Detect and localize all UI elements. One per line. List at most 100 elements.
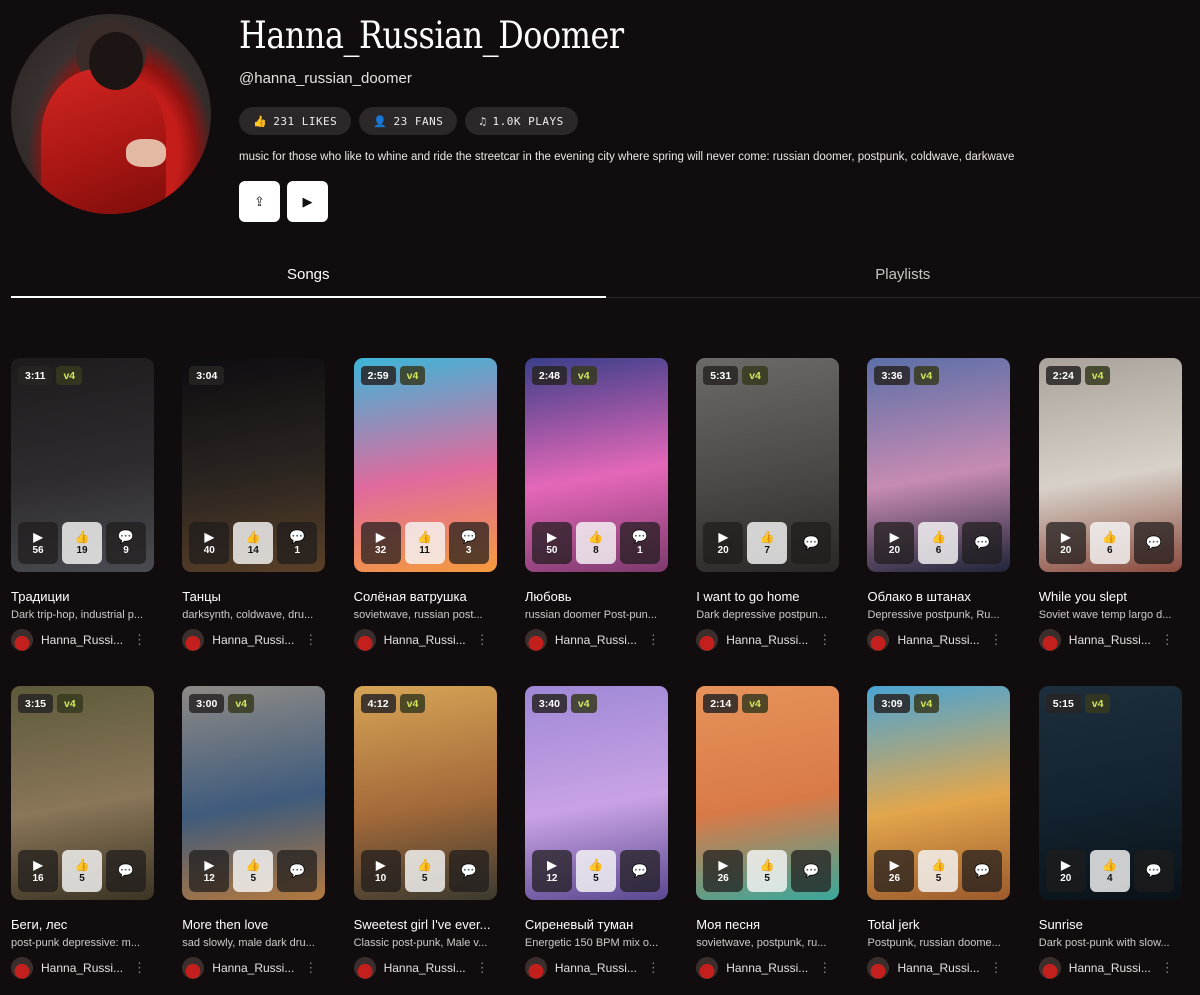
more-options-icon[interactable]: ⋮ bbox=[989, 961, 1002, 974]
like-button[interactable]: 👍 5 bbox=[747, 850, 788, 892]
like-button[interactable]: 👍 5 bbox=[62, 850, 102, 892]
author-avatar[interactable] bbox=[182, 957, 205, 979]
comment-button[interactable]: 💬 bbox=[277, 850, 318, 892]
comment-button[interactable]: 💬 bbox=[791, 850, 832, 892]
share-button[interactable]: ⇪ bbox=[239, 181, 280, 222]
author-name[interactable]: Hanna_Russi... bbox=[555, 633, 639, 647]
author-name[interactable]: Hanna_Russi... bbox=[897, 961, 981, 975]
song-card[interactable]: 3:40 v4 ▶ 12 👍 5 💬 Сиреневый туман Energet… bbox=[524, 686, 668, 985]
more-options-icon[interactable]: ⋮ bbox=[133, 961, 146, 974]
song-cover[interactable]: 4:12 v4 ▶ 10 👍 5 💬 bbox=[353, 686, 497, 900]
tab-playlists[interactable]: Playlists bbox=[606, 258, 1200, 297]
play-button[interactable]: ▶ 12 bbox=[531, 850, 572, 892]
like-button[interactable]: 👍 6 bbox=[918, 522, 959, 564]
author-name[interactable]: Hanna_Russi... bbox=[212, 961, 296, 975]
author-avatar[interactable] bbox=[353, 957, 376, 979]
song-card[interactable]: 3:36 v4 ▶ 20 👍 6 💬 Облако в штанах Depress… bbox=[867, 358, 1011, 657]
more-options-icon[interactable]: ⋮ bbox=[1161, 961, 1174, 974]
song-cover[interactable]: 2:14 v4 ▶ 26 👍 5 💬 bbox=[696, 686, 840, 900]
song-cover[interactable]: 3:11 v4 ▶ 56 👍 19 💬 9 bbox=[11, 358, 154, 572]
song-card[interactable]: 5:31 v4 ▶ 20 👍 7 💬 I want to go home Dark … bbox=[696, 358, 840, 657]
play-button[interactable]: ▶ 20 bbox=[703, 522, 744, 564]
song-card[interactable]: 2:48 v4 ▶ 50 👍 8 💬 1 Любовь russian doomer … bbox=[524, 358, 668, 657]
more-options-icon[interactable]: ⋮ bbox=[818, 961, 831, 974]
like-button[interactable]: 👍 5 bbox=[404, 850, 445, 892]
song-cover[interactable]: 5:31 v4 ▶ 20 👍 7 💬 bbox=[696, 358, 840, 572]
more-options-icon[interactable]: ⋮ bbox=[476, 961, 489, 974]
author-name[interactable]: Hanna_Russi... bbox=[726, 633, 810, 647]
song-card[interactable]: 3:15 v4 ▶ 16 👍 5 💬 Беги, лес post-punk dep… bbox=[11, 686, 154, 985]
author-name[interactable]: Hanna_Russi... bbox=[41, 961, 125, 975]
like-button[interactable]: 👍 6 bbox=[1089, 522, 1130, 564]
song-cover[interactable]: 3:15 v4 ▶ 16 👍 5 💬 bbox=[11, 686, 154, 900]
comment-button[interactable]: 💬 bbox=[448, 850, 489, 892]
author-avatar[interactable] bbox=[1038, 629, 1061, 651]
song-card[interactable]: 4:12 v4 ▶ 10 👍 5 💬 Sweetest girl I've ever… bbox=[353, 686, 497, 985]
more-options-icon[interactable]: ⋮ bbox=[304, 633, 317, 646]
author-name[interactable]: Hanna_Russi... bbox=[1069, 633, 1153, 647]
like-button[interactable]: 👍 7 bbox=[747, 522, 788, 564]
author-name[interactable]: Hanna_Russi... bbox=[1069, 961, 1153, 975]
author-avatar[interactable] bbox=[524, 629, 547, 651]
play-all-button[interactable]: ▶ bbox=[287, 181, 328, 222]
song-card[interactable]: 3:11 v4 ▶ 56 👍 19 💬 9 Традиции Dark trip-ho… bbox=[11, 358, 154, 657]
like-button[interactable]: 👍 14 bbox=[233, 522, 274, 564]
song-title[interactable]: Беги, лес bbox=[11, 917, 154, 932]
song-title[interactable]: More then love bbox=[182, 917, 325, 932]
song-cover[interactable]: 3:04 ▶ 40 👍 14 💬 1 bbox=[182, 358, 326, 572]
comment-button[interactable]: 💬 bbox=[1133, 522, 1174, 564]
author-name[interactable]: Hanna_Russi... bbox=[384, 961, 468, 975]
author-avatar[interactable] bbox=[867, 629, 890, 651]
song-card[interactable]: 3:00 v4 ▶ 12 👍 5 💬 More then love sad slow… bbox=[182, 686, 326, 985]
song-cover[interactable]: 2:59 v4 ▶ 32 👍 11 💬 3 bbox=[353, 358, 497, 572]
play-button[interactable]: ▶ 16 bbox=[18, 850, 58, 892]
more-options-icon[interactable]: ⋮ bbox=[647, 633, 660, 646]
more-options-icon[interactable]: ⋮ bbox=[476, 633, 489, 646]
play-button[interactable]: ▶ 50 bbox=[531, 522, 572, 564]
like-button[interactable]: 👍 5 bbox=[575, 850, 616, 892]
song-title[interactable]: Моя песня bbox=[696, 917, 839, 932]
song-title[interactable]: Сиреневый туман bbox=[525, 917, 668, 932]
author-name[interactable]: Hanna_Russi... bbox=[41, 633, 125, 647]
song-card[interactable]: 2:24 v4 ▶ 20 👍 6 💬 While you slept Soviet … bbox=[1038, 358, 1182, 657]
author-avatar[interactable] bbox=[182, 629, 205, 651]
like-button[interactable]: 👍 19 bbox=[62, 522, 102, 564]
more-options-icon[interactable]: ⋮ bbox=[818, 633, 831, 646]
more-options-icon[interactable]: ⋮ bbox=[304, 961, 317, 974]
author-avatar[interactable] bbox=[696, 957, 719, 979]
song-card[interactable]: 5:15 v4 ▶ 20 👍 4 💬 Sunrise Dark post-punk … bbox=[1038, 686, 1182, 985]
comment-button[interactable]: 💬 bbox=[962, 850, 1003, 892]
comment-button[interactable]: 💬 bbox=[962, 522, 1003, 564]
comment-button[interactable]: 💬 bbox=[791, 522, 832, 564]
author-avatar[interactable] bbox=[353, 629, 376, 651]
author-name[interactable]: Hanna_Russi... bbox=[384, 633, 468, 647]
author-name[interactable]: Hanna_Russi... bbox=[555, 961, 639, 975]
author-avatar[interactable] bbox=[11, 957, 33, 979]
comment-button[interactable]: 💬 1 bbox=[619, 522, 660, 564]
play-button[interactable]: ▶ 32 bbox=[360, 522, 401, 564]
song-cover[interactable]: 2:24 v4 ▶ 20 👍 6 💬 bbox=[1038, 358, 1182, 572]
song-title[interactable]: Солёная ватрушка bbox=[354, 589, 497, 604]
author-avatar[interactable] bbox=[696, 629, 719, 651]
song-card[interactable]: 3:04 ▶ 40 👍 14 💬 1 Танцы darksynth, coldwav… bbox=[182, 358, 326, 657]
comment-button[interactable]: 💬 1 bbox=[277, 522, 318, 564]
comment-button[interactable]: 💬 3 bbox=[448, 522, 489, 564]
tab-songs[interactable]: Songs bbox=[11, 258, 606, 298]
song-cover[interactable]: 2:48 v4 ▶ 50 👍 8 💬 1 bbox=[524, 358, 668, 572]
song-cover[interactable]: 3:09 v4 ▶ 26 👍 5 💬 bbox=[867, 686, 1011, 900]
comment-button[interactable]: 💬 bbox=[106, 850, 146, 892]
author-name[interactable]: Hanna_Russi... bbox=[726, 961, 810, 975]
song-card[interactable]: 3:09 v4 ▶ 26 👍 5 💬 Total jerk Postpunk, ru… bbox=[867, 686, 1011, 985]
play-button[interactable]: ▶ 20 bbox=[1045, 850, 1086, 892]
comment-button[interactable]: 💬 bbox=[1133, 850, 1174, 892]
song-card[interactable]: 2:59 v4 ▶ 32 👍 11 💬 3 Солёная ватрушка sovi… bbox=[353, 358, 497, 657]
more-options-icon[interactable]: ⋮ bbox=[989, 633, 1002, 646]
song-title[interactable]: Sunrise bbox=[1039, 917, 1182, 932]
play-button[interactable]: ▶ 20 bbox=[1045, 522, 1086, 564]
author-name[interactable]: Hanna_Russi... bbox=[212, 633, 296, 647]
play-button[interactable]: ▶ 10 bbox=[360, 850, 401, 892]
song-title[interactable]: Традиции bbox=[11, 589, 154, 604]
song-title[interactable]: I want to go home bbox=[696, 589, 839, 604]
more-options-icon[interactable]: ⋮ bbox=[647, 961, 660, 974]
song-cover[interactable]: 3:00 v4 ▶ 12 👍 5 💬 bbox=[182, 686, 326, 900]
